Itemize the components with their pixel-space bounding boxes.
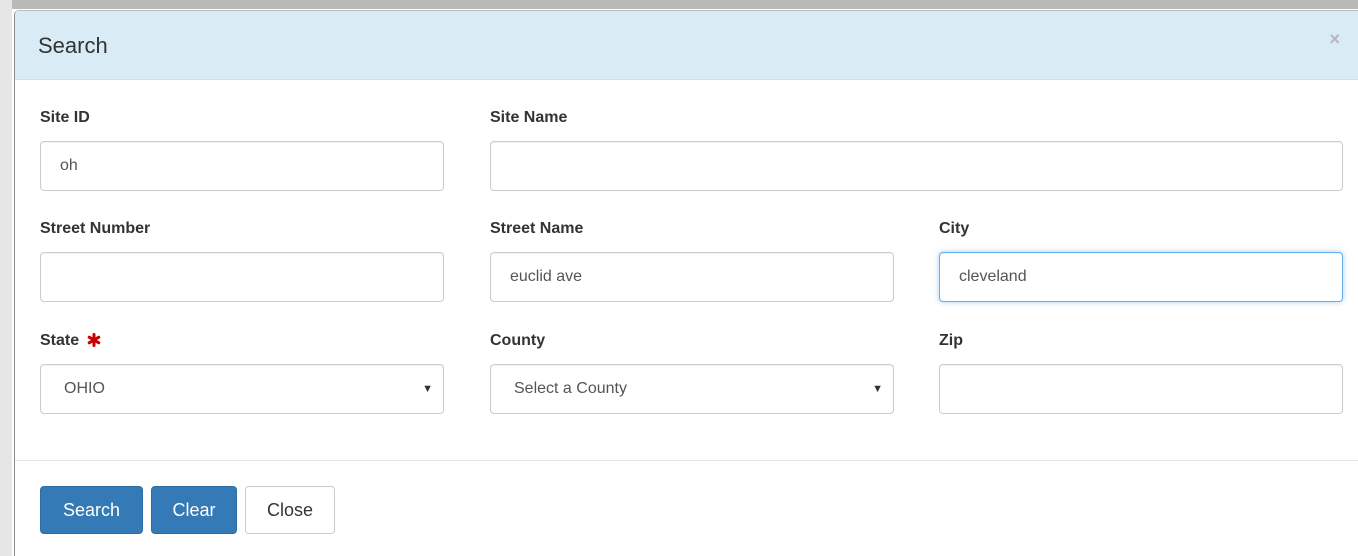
state-label-text: State	[40, 332, 80, 349]
site-id-label: Site ID	[40, 109, 90, 126]
county-label: County	[490, 332, 546, 349]
state-selected-value: OHIO	[64, 380, 105, 397]
close-icon[interactable]: ×	[1329, 29, 1340, 49]
modal-header: Search ×	[15, 11, 1358, 80]
city-group: City	[939, 220, 1343, 302]
close-button[interactable]: Close	[245, 486, 335, 534]
state-group: State OHIO ▼	[40, 332, 444, 414]
site-name-input[interactable]	[490, 141, 1343, 191]
street-name-group: Street Name	[490, 220, 894, 302]
state-select[interactable]: OHIO ▼	[40, 364, 444, 414]
county-select[interactable]: Select a County ▼	[490, 364, 894, 414]
street-name-label: Street Name	[490, 220, 584, 237]
city-label: City	[939, 220, 970, 237]
zip-group: Zip	[939, 332, 1343, 414]
zip-label: Zip	[939, 332, 963, 349]
modal-title: Search	[38, 33, 108, 58]
search-modal: Search × Site ID Site Name Street Number…	[14, 10, 1358, 556]
required-asterisk-icon	[87, 333, 101, 352]
street-number-label: Street Number	[40, 220, 151, 237]
background-strip-left	[0, 0, 12, 556]
caret-down-icon: ▼	[422, 383, 433, 395]
clear-button[interactable]: Clear	[151, 486, 237, 534]
state-label: State	[40, 332, 101, 350]
street-number-group: Street Number	[40, 220, 444, 302]
county-selected-value: Select a County	[514, 380, 627, 397]
site-name-group: Site Name	[490, 109, 1343, 191]
search-button[interactable]: Search	[40, 486, 143, 534]
site-name-label: Site Name	[490, 109, 568, 126]
background-strip-top	[0, 0, 1358, 9]
zip-input[interactable]	[939, 364, 1343, 414]
modal-footer-divider	[15, 460, 1358, 461]
street-number-input[interactable]	[40, 252, 444, 302]
county-group: County Select a County ▼	[490, 332, 894, 414]
caret-down-icon: ▼	[872, 383, 883, 395]
city-input[interactable]	[939, 252, 1343, 302]
street-name-input[interactable]	[490, 252, 894, 302]
site-id-group: Site ID	[40, 109, 444, 191]
site-id-input[interactable]	[40, 141, 444, 191]
